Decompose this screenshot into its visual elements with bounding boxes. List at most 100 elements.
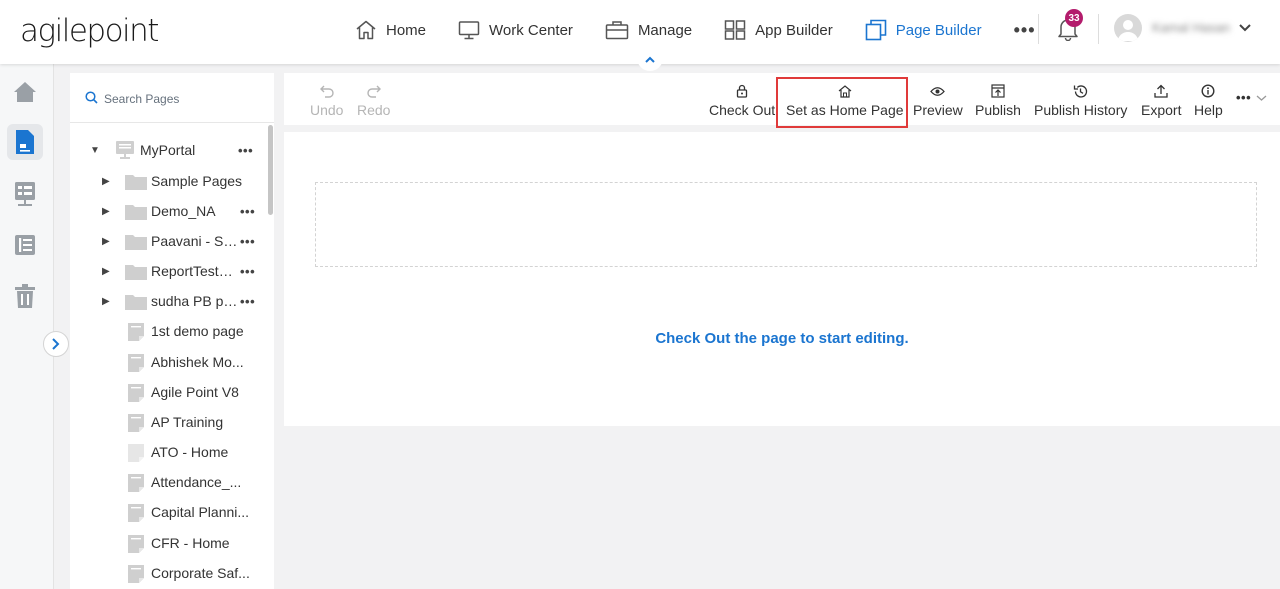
tree-folder[interactable]: ▶ Paavani - SMS ••• <box>70 226 268 256</box>
export-button[interactable]: Export <box>1141 73 1181 125</box>
more-icon: ••• <box>1236 90 1252 105</box>
user-name[interactable]: Kamal Hasan <box>1152 20 1232 36</box>
folder-icon <box>125 235 147 250</box>
list-icon <box>15 235 35 255</box>
tree-page[interactable]: Abhishek Mo... <box>70 347 268 377</box>
tree-page[interactable]: ATO - Home <box>70 437 268 467</box>
caret-right-icon[interactable]: ▶ <box>102 206 110 217</box>
more-icon[interactable]: ••• <box>240 204 255 219</box>
publish-label: Publish <box>975 102 1021 118</box>
caret-right-icon[interactable]: ▶ <box>102 296 110 307</box>
folder-icon <box>125 265 147 280</box>
notification-badge[interactable]: 33 <box>1065 9 1083 27</box>
tree-folder-label: ReportTestBi... <box>151 263 239 279</box>
page-icon <box>128 323 144 341</box>
eye-icon <box>930 86 946 96</box>
preview-label: Preview <box>913 102 963 118</box>
publish-button[interactable]: Publish <box>975 73 1021 125</box>
agilepoint-logo[interactable]: agilepoint <box>20 13 159 49</box>
nav-home[interactable]: Home <box>355 20 426 40</box>
export-icon <box>1154 84 1168 98</box>
rail-home[interactable] <box>7 74 43 110</box>
nav-work-center[interactable]: Work Center <box>458 20 573 40</box>
avatar[interactable] <box>1114 14 1142 42</box>
page-toolbar: Undo Redo Check Out Set as Home Page Pre… <box>284 73 1280 125</box>
tree-folder[interactable]: ▶ Sample Pages <box>70 166 268 196</box>
nav-page-builder[interactable]: Page Builder <box>865 19 982 41</box>
briefcase-icon <box>605 21 629 40</box>
info-icon <box>1201 84 1215 98</box>
search-box <box>70 73 274 123</box>
chevron-up-icon <box>641 51 659 69</box>
nav-home-label: Home <box>386 21 427 39</box>
chevron-down-icon[interactable] <box>1238 20 1252 38</box>
home-icon <box>14 82 36 102</box>
rail-list[interactable] <box>7 227 43 263</box>
tree-page[interactable]: Attendance_... <box>70 467 268 497</box>
page-icon <box>128 414 144 432</box>
publish-history-button[interactable]: Publish History <box>1034 73 1127 125</box>
tree-page[interactable]: AP Training <box>70 407 268 437</box>
tree-page-label: Agile Point V8 <box>151 384 239 400</box>
search-input[interactable] <box>104 89 264 109</box>
rail-pages[interactable] <box>7 124 43 160</box>
nav-work-center-label: Work Center <box>489 21 573 39</box>
check-out-label: Check Out <box>709 102 776 118</box>
caret-down-icon[interactable]: ▼ <box>90 145 100 156</box>
tree-folder[interactable]: ▶ sudha PB pra... ••• <box>70 286 268 316</box>
tree-folder[interactable]: ▶ ReportTestBi... ••• <box>70 256 268 286</box>
nav-app-builder[interactable]: App Builder <box>724 20 833 40</box>
more-icon[interactable]: ••• <box>238 143 253 158</box>
left-rail <box>0 64 54 589</box>
tree-page[interactable]: Corporate Saf... <box>70 558 268 588</box>
monitor-icon <box>458 21 480 40</box>
tree-folder-label: Sample Pages <box>151 173 243 189</box>
publish-icon <box>991 84 1005 98</box>
undo-icon <box>319 85 334 98</box>
caret-right-icon[interactable]: ▶ <box>102 266 110 277</box>
check-out-button[interactable]: Check Out <box>709 73 775 125</box>
caret-right-icon[interactable]: ▶ <box>102 176 110 187</box>
caret-right-icon[interactable]: ▶ <box>102 236 110 247</box>
tree-folder-label: Paavani - SMS <box>151 233 239 249</box>
tree-page[interactable]: Capital Planni... <box>70 497 268 527</box>
expand-sidebar-button[interactable] <box>43 331 69 357</box>
set-as-home-page-button[interactable]: Set as Home Page <box>786 73 904 125</box>
more-icon[interactable]: ••• <box>240 234 255 249</box>
grid-icon <box>724 20 746 40</box>
set-as-home-page-label: Set as Home Page <box>786 102 904 118</box>
page-icon <box>128 474 144 492</box>
tree-page-label: AP Training <box>151 414 224 430</box>
page-icon <box>128 384 144 402</box>
nav-app-builder-label: App Builder <box>755 21 833 39</box>
tree-page[interactable]: CFR - Home <box>70 528 268 558</box>
folder-icon <box>125 205 147 220</box>
rail-forms[interactable] <box>7 176 43 212</box>
search-icon <box>85 91 98 104</box>
page-icon <box>128 354 144 372</box>
undo-button[interactable]: Undo <box>310 73 343 125</box>
tree-page[interactable]: 1st demo page <box>70 316 268 346</box>
redo-button[interactable]: Redo <box>357 73 390 125</box>
page-tree-panel: ▼ MyPortal ••• ▶ Sample Pages ▶ Demo_NA … <box>70 73 274 589</box>
tree-scrollbar[interactable] <box>268 125 273 215</box>
toolbar-more-button[interactable]: ••• <box>1236 90 1267 105</box>
help-button[interactable]: Help <box>1194 73 1223 125</box>
more-icon[interactable]: ••• <box>240 264 255 279</box>
tree-root-myportal[interactable]: ▼ MyPortal ••• <box>70 135 268 165</box>
tree-page[interactable]: Agile Point V8 <box>70 377 268 407</box>
nav-more-icon[interactable]: ••• <box>1014 20 1036 41</box>
more-icon[interactable]: ••• <box>240 294 255 309</box>
tree-folder[interactable]: ▶ Demo_NA ••• <box>70 196 268 226</box>
rail-trash[interactable] <box>7 278 43 314</box>
main-nav: Home Work Center Manage App Builder Page… <box>355 0 1036 60</box>
redo-label: Redo <box>357 102 391 118</box>
home-icon <box>356 20 376 40</box>
preview-button[interactable]: Preview <box>913 73 963 125</box>
page-icon-faded <box>128 444 144 462</box>
nav-manage[interactable]: Manage <box>605 20 692 40</box>
folder-icon <box>125 175 147 190</box>
collapse-header-button[interactable] <box>637 49 663 71</box>
chevron-right-icon <box>52 338 60 350</box>
page-icon <box>128 504 144 522</box>
